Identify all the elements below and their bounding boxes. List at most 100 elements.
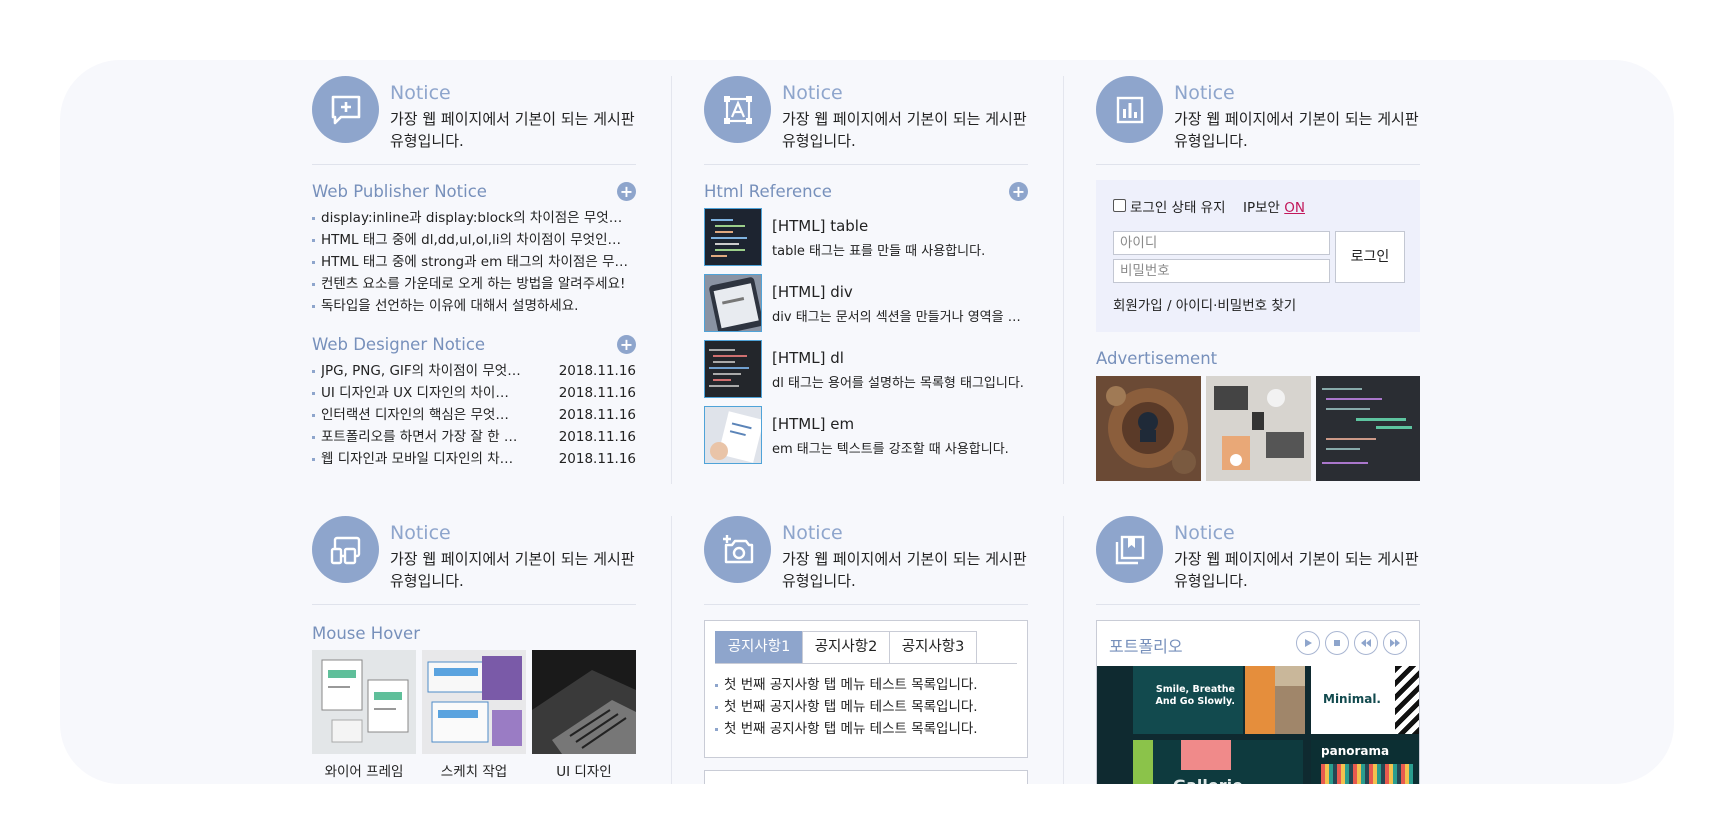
- notice-description: 가장 웹 페이지에서 기본이 되는 게시판 유형입니다.: [1174, 110, 1419, 150]
- add-comment-icon: [312, 76, 379, 143]
- list-item[interactable]: JPG, PNG, GIF의 차이점이 무엇인가요?2018.11.16: [312, 360, 636, 382]
- list-item[interactable]: 첫 번째 공지사항 탭 메뉴 테스트 목록입니다.: [715, 696, 1017, 718]
- list-item[interactable]: 독타입을 선언하는 이유에 대해서 설명하세요.: [312, 295, 636, 317]
- portfolio-card-title: Gallerie: [1173, 776, 1243, 784]
- portfolio-card: Gallerie: [1153, 740, 1303, 784]
- reference-item[interactable]: [HTML] div div 태그는 문서의 섹션을 만들거나 영역을 나눌 때…: [704, 274, 1028, 334]
- font-frame-icon: [704, 76, 771, 143]
- hover-caption: 와이어 프레임: [324, 764, 404, 780]
- notice-description: 가장 웹 페이지에서 기본이 되는 게시판 유형입니다.: [782, 110, 1027, 150]
- publisher-list: display:inline과 display:block의 차이점은 무엇인가…: [312, 207, 636, 317]
- portfolio-title: 포트폴리오: [1109, 637, 1183, 656]
- reference-item[interactable]: [HTML] dl dl 태그는 용어를 설명하는 목록형 태그입니다.: [704, 340, 1028, 400]
- tab-notice-1[interactable]: 공지사항1: [715, 631, 803, 664]
- portfolio-collage[interactable]: Smile, Breathe And Go Slowly. Minimal. G…: [1097, 666, 1419, 784]
- list-item[interactable]: HTML 태그 중에 dl,dd,ul,ol,li의 차이점이 무엇인가요?: [312, 229, 636, 251]
- play-icon[interactable]: [1296, 631, 1320, 655]
- login-column: Notice 가장 웹 페이지에서 기본이 되는 게시판 유형입니다. 로그인 …: [1096, 76, 1420, 496]
- designer-section-title: Web Designer Notice: [312, 335, 486, 354]
- notice-description: 가장 웹 페이지에서 기본이 되는 게시판 유형입니다.: [390, 110, 635, 150]
- ad-image[interactable]: [1316, 376, 1420, 481]
- prev-icon[interactable]: [1354, 631, 1378, 655]
- book-icon: [1096, 516, 1163, 583]
- reference-item[interactable]: [HTML] em em 태그는 텍스트를 강조할 때 사용합니다.: [704, 406, 1028, 466]
- hover-image[interactable]: [422, 650, 526, 754]
- tablet-thumbnail: [704, 274, 762, 332]
- divider: [704, 164, 1028, 165]
- ip-security-toggle[interactable]: ON: [1284, 200, 1305, 216]
- list-item[interactable]: 첫 번째 공지사항 탭 메뉴 테스트 목록입니다.: [715, 674, 1017, 696]
- more-plus-icon[interactable]: +: [617, 182, 636, 201]
- notice-title: Notice: [782, 82, 843, 104]
- designer-list: JPG, PNG, GIF의 차이점이 무엇인가요?2018.11.16 UI …: [312, 360, 636, 470]
- list-item[interactable]: 첫 번째 공지사항 탭 메뉴 테스트 목록입니다.: [715, 718, 1017, 740]
- hover-image[interactable]: [312, 650, 416, 754]
- reference-item[interactable]: [HTML] table table 태그는 표를 만들 때 사용합니다.: [704, 208, 1028, 268]
- portfolio-card: panorama: [1311, 740, 1419, 784]
- password-input[interactable]: 비밀번호: [1113, 259, 1330, 283]
- portfolio-card: Smile, Breathe And Go Slowly.: [1133, 666, 1243, 734]
- login-button[interactable]: 로그인: [1335, 231, 1405, 283]
- portfolio-panel: 포트폴리오 Smile, Breathe And Go Slowly. Mini…: [1096, 620, 1420, 784]
- tab-notice-2[interactable]: 공지사항2: [802, 631, 890, 664]
- hover-image[interactable]: [532, 650, 636, 754]
- code-thumbnail: [704, 208, 762, 266]
- notice-title: Notice: [390, 82, 451, 104]
- list-item[interactable]: 컨텐츠 요소를 가운데로 오게 하는 방법을 알려주세요!: [312, 273, 636, 295]
- portfolio-card-title: panorama: [1321, 744, 1390, 758]
- list-item[interactable]: HTML 태그 중에 strong과 em 태그의 차이점은 무엇인가요?: [312, 251, 636, 273]
- column-divider: [671, 76, 672, 484]
- tab-list: 첫 번째 공지사항 탭 메뉴 테스트 목록입니다. 첫 번째 공지사항 탭 메뉴…: [715, 674, 1017, 740]
- portfolio-card-image: [1245, 666, 1305, 734]
- list-item[interactable]: UI 디자인과 UX 디자인의 차이점은? 2018.11.16: [312, 382, 636, 404]
- main-panel: Notice 가장 웹 페이지에서 기본이 되는 게시판 유형입니다. Web …: [60, 60, 1674, 784]
- notice-description: 가장 웹 페이지에서 기본이 되는 게시판 유형입니다.: [1174, 550, 1419, 590]
- reference-title: [HTML] em: [772, 415, 855, 433]
- reference-desc: table 태그는 표를 만들 때 사용합니다.: [772, 244, 986, 259]
- tab-panel: 공지사항1 공지사항2 공지사항3 첫 번째 공지사항 탭 메뉴 테스트 목록입…: [704, 620, 1028, 758]
- hover-caption: UI 디자인: [556, 764, 612, 780]
- tab-underline: [715, 663, 1017, 664]
- notice-title: Notice: [1174, 82, 1235, 104]
- devices-icon: [312, 516, 379, 583]
- portfolio-pattern: [1395, 666, 1419, 734]
- reference-title: [HTML] dl: [772, 349, 844, 367]
- portfolio-card-accent: [1133, 740, 1153, 784]
- reference-section-title: Html Reference: [704, 182, 832, 201]
- second-panel: [704, 770, 1028, 784]
- list-item[interactable]: 포트폴리오를 하면서 가장 잘 한 점은? 2018.11.16: [312, 426, 636, 448]
- tab-notice-3[interactable]: 공지사항3: [889, 631, 977, 664]
- column-divider: [1063, 76, 1064, 484]
- signup-find-links[interactable]: 회원가입 / 아이디·비밀번호 찾기: [1113, 294, 1296, 314]
- login-box: 로그인 상태 유지 IP보안 ON 아이디 비밀번호 로그인 회원가입 / 아이…: [1096, 180, 1420, 332]
- publisher-column: Notice 가장 웹 페이지에서 기본이 되는 게시판 유형입니다. Web …: [312, 76, 636, 496]
- reference-column: Notice 가장 웹 페이지에서 기본이 되는 게시판 유형입니다. Html…: [704, 76, 1028, 496]
- tabs-column: Notice 가장 웹 페이지에서 기본이 되는 게시판 유형입니다. 공지사항…: [704, 516, 1028, 784]
- divider: [1096, 164, 1420, 165]
- reference-title: [HTML] table: [772, 217, 869, 235]
- list-item[interactable]: 웹 디자인과 모바일 디자인의 차이점은?2018.11.16: [312, 448, 636, 470]
- id-input[interactable]: 아이디: [1113, 231, 1330, 255]
- list-item[interactable]: 인터랙션 디자인의 핵심은 무엇인가요? 2018.11.16: [312, 404, 636, 426]
- divider: [312, 604, 636, 605]
- divider: [1096, 604, 1420, 605]
- stop-icon[interactable]: [1325, 631, 1349, 655]
- ip-security-label: IP보안: [1243, 200, 1280, 216]
- keep-login-label: 로그인 상태 유지: [1130, 200, 1226, 216]
- divider: [704, 604, 1028, 605]
- ip-security: IP보안 ON: [1243, 196, 1305, 216]
- more-plus-icon[interactable]: +: [617, 335, 636, 354]
- next-icon[interactable]: [1383, 631, 1407, 655]
- notice-title: Notice: [782, 522, 843, 544]
- column-divider: [671, 516, 672, 784]
- column-divider: [1063, 516, 1064, 784]
- ad-image[interactable]: [1206, 376, 1311, 481]
- more-plus-icon[interactable]: +: [1009, 182, 1028, 201]
- ad-image[interactable]: [1096, 376, 1201, 481]
- reference-desc: dl 태그는 용어를 설명하는 목록형 태그입니다.: [772, 376, 1024, 391]
- list-item[interactable]: display:inline과 display:block의 차이점은 무엇인가…: [312, 207, 636, 229]
- portfolio-column: Notice 가장 웹 페이지에서 기본이 되는 게시판 유형입니다. 포트폴리…: [1096, 516, 1420, 784]
- advertisement-title: Advertisement: [1096, 349, 1218, 368]
- keep-login-checkbox[interactable]: [1113, 199, 1126, 212]
- reference-title: [HTML] div: [772, 283, 853, 301]
